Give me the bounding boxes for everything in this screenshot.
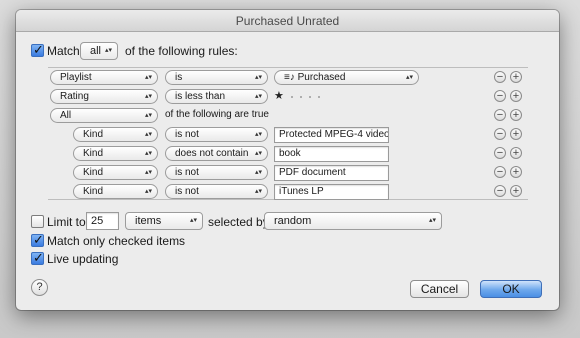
limit-unit-value: items — [135, 215, 162, 227]
popup-arrows-icon: ▴▾ — [144, 150, 152, 157]
empty-star-dot — [309, 96, 311, 98]
selected-by-popup[interactable]: random ▴▾ — [264, 212, 442, 230]
rule5-remove-button[interactable]: − — [494, 147, 506, 159]
limit-label: Limit to — [47, 215, 86, 229]
rule1-op-value: is — [175, 72, 183, 83]
popup-arrows-icon: ▴▾ — [144, 169, 152, 176]
rule1-field-popup[interactable]: Playlist ▴▾ — [50, 70, 158, 85]
selected-by-label: selected by — [208, 215, 269, 229]
rule7-remove-button[interactable]: − — [494, 185, 506, 197]
rule7-op-popup[interactable]: is not ▴▾ — [165, 184, 268, 199]
rule7-value-field[interactable]: iTunes LP — [274, 184, 389, 200]
rule3-group-popup[interactable]: All ▴▾ — [50, 108, 158, 123]
rule4-value-field[interactable]: Protected MPEG-4 video file — [274, 127, 389, 143]
rule5-field-value: Kind — [83, 148, 104, 159]
rule3-add-button[interactable]: + — [510, 109, 522, 121]
rule4-op-popup[interactable]: is not ▴▾ — [165, 127, 268, 142]
rule1-op-popup[interactable]: is ▴▾ — [165, 70, 268, 85]
rule4-field-popup[interactable]: Kind ▴▾ — [73, 127, 158, 142]
rules-list: Playlist ▴▾ is ▴▾ ≡♪ Purchased ▴▾ − + Ratin… — [48, 67, 528, 200]
rule7-field-popup[interactable]: Kind ▴▾ — [73, 184, 158, 199]
limit-unit-popup[interactable]: items ▴▾ — [125, 212, 203, 230]
rule6-remove-button[interactable]: − — [494, 166, 506, 178]
playlist-icon: ≡♪ — [284, 72, 298, 83]
match-checked-checkbox[interactable] — [31, 232, 44, 248]
match-checked-label: Match only checked items — [47, 234, 186, 248]
limit-checkbox[interactable] — [31, 215, 44, 228]
rule5-op-value: does not contain — [175, 148, 249, 159]
rule2-op-value: is less than — [175, 91, 226, 102]
popup-arrows-icon: ▴▾ — [254, 93, 262, 100]
popup-arrows-icon: ▴▾ — [144, 188, 152, 195]
rule2-rating-control[interactable]: ★ — [274, 89, 344, 104]
rule3-remove-button[interactable]: − — [494, 109, 506, 121]
selected-by-value: random — [274, 215, 312, 227]
rule4-field-value: Kind — [83, 129, 104, 140]
help-icon[interactable]: ? — [31, 279, 48, 296]
rule7-op-value: is not — [175, 186, 199, 197]
rule5-add-button[interactable]: + — [510, 147, 522, 159]
rule2-add-button[interactable]: + — [510, 90, 522, 102]
rule1-value: Purchased — [297, 72, 346, 83]
match-checkbox[interactable] — [31, 42, 44, 58]
rule1-remove-button[interactable]: − — [494, 71, 506, 83]
smart-playlist-dialog: Purchased Unrated Match all ▴▾ of the fo… — [16, 10, 559, 310]
rule3-group-value: All — [60, 110, 72, 121]
match-suffix: of the following rules: — [125, 44, 238, 58]
popup-arrows-icon: ▴▾ — [104, 47, 112, 54]
match-all-value: all — [90, 45, 102, 57]
rule6-op-value: is not — [175, 167, 199, 178]
rule2-field-popup[interactable]: Rating ▴▾ — [50, 89, 158, 104]
rule6-add-button[interactable]: + — [510, 166, 522, 178]
popup-arrows-icon: ▴▾ — [189, 217, 197, 224]
rule7-field-value: Kind — [83, 186, 104, 197]
popup-arrows-icon: ▴▾ — [254, 131, 262, 138]
match-label: Match — [47, 44, 80, 58]
rule5-value-field[interactable]: book — [274, 146, 389, 162]
empty-star-dot — [318, 96, 320, 98]
rule4-op-value: is not — [175, 129, 199, 140]
popup-arrows-icon: ▴▾ — [405, 74, 413, 81]
ok-button[interactable]: OK — [480, 280, 542, 298]
rule3-group-text: of the following are true — [165, 109, 269, 120]
popup-arrows-icon: ▴▾ — [144, 112, 152, 119]
live-updating-label: Live updating — [47, 252, 119, 266]
star-icon: ★ — [274, 90, 284, 102]
popup-arrows-icon: ▴▾ — [144, 74, 152, 81]
popup-arrows-icon: ▴▾ — [254, 188, 262, 195]
match-all-popup[interactable]: all ▴▾ — [80, 42, 118, 60]
rule2-remove-button[interactable]: − — [494, 90, 506, 102]
rule6-value-field[interactable]: PDF document — [274, 165, 389, 181]
popup-arrows-icon: ▴▾ — [144, 93, 152, 100]
rule6-field-popup[interactable]: Kind ▴▾ — [73, 165, 158, 180]
popup-arrows-icon: ▴▾ — [254, 150, 262, 157]
empty-star-dot — [291, 96, 293, 98]
rule2-op-popup[interactable]: is less than ▴▾ — [165, 89, 268, 104]
cancel-button[interactable]: Cancel — [410, 280, 469, 298]
empty-star-dot — [300, 96, 302, 98]
rule5-field-popup[interactable]: Kind ▴▾ — [73, 146, 158, 161]
popup-arrows-icon: ▴▾ — [254, 74, 262, 81]
rule1-field-value: Playlist — [60, 72, 92, 83]
rule1-add-button[interactable]: + — [510, 71, 522, 83]
rule1-value-popup[interactable]: ≡♪ Purchased ▴▾ — [274, 70, 419, 85]
rule6-op-popup[interactable]: is not ▴▾ — [165, 165, 268, 180]
rule6-field-value: Kind — [83, 167, 104, 178]
live-updating-checkbox[interactable] — [31, 250, 44, 266]
window-title: Purchased Unrated — [16, 10, 559, 32]
popup-arrows-icon: ▴▾ — [254, 169, 262, 176]
rule7-add-button[interactable]: + — [510, 185, 522, 197]
rule4-add-button[interactable]: + — [510, 128, 522, 140]
limit-count-field[interactable]: 25 — [86, 212, 119, 230]
popup-arrows-icon: ▴▾ — [428, 217, 436, 224]
popup-arrows-icon: ▴▾ — [144, 131, 152, 138]
rule4-remove-button[interactable]: − — [494, 128, 506, 140]
rule2-field-value: Rating — [60, 91, 89, 102]
rule5-op-popup[interactable]: does not contain ▴▾ — [165, 146, 268, 161]
